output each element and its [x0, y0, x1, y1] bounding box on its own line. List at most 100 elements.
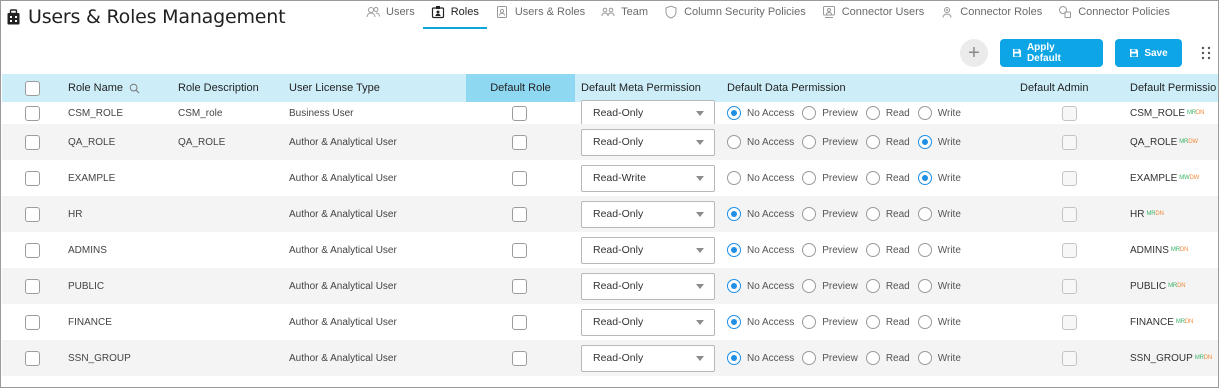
radio-no-access[interactable]: No Access — [727, 135, 794, 149]
row-checkbox[interactable] — [25, 350, 40, 366]
radio-write[interactable]: Write — [917, 171, 961, 185]
radio-write[interactable]: Write — [917, 207, 961, 221]
row-checkbox[interactable] — [25, 170, 40, 186]
save-button[interactable]: Save — [1115, 39, 1182, 67]
radio-dot[interactable] — [802, 243, 817, 257]
tab-users-and-roles[interactable]: Users & Roles — [487, 1, 593, 23]
radio-dot[interactable] — [802, 207, 817, 221]
radio-write[interactable]: Write — [917, 279, 961, 293]
apply-default-button[interactable]: Apply Default — [1000, 39, 1103, 67]
radio-dot[interactable] — [802, 279, 817, 293]
default-admin-checkbox[interactable] — [1062, 105, 1077, 121]
radio-dot[interactable] — [727, 135, 741, 149]
radio-write[interactable]: Write — [917, 135, 961, 149]
radio-no-access[interactable]: No Access — [727, 106, 794, 120]
select-all-checkbox[interactable] — [25, 80, 40, 96]
radio-dot[interactable] — [865, 135, 880, 149]
radio-preview[interactable]: Preview — [802, 315, 858, 329]
radio-read[interactable]: Read — [865, 135, 910, 149]
radio-no-access[interactable]: No Access — [727, 279, 794, 293]
default-admin-checkbox[interactable] — [1062, 242, 1077, 258]
meta-permission-select[interactable]: Read-Only — [581, 99, 715, 127]
default-role-checkbox[interactable] — [512, 206, 527, 222]
radio-dot[interactable] — [727, 207, 741, 221]
radio-read[interactable]: Read — [865, 243, 910, 257]
radio-preview[interactable]: Preview — [802, 243, 858, 257]
col-role-name[interactable]: Role Name — [68, 74, 140, 102]
row-checkbox[interactable] — [25, 278, 40, 294]
row-checkbox[interactable] — [25, 105, 40, 121]
tab-roles[interactable]: Roles — [422, 1, 487, 29]
radio-dot[interactable] — [727, 171, 741, 185]
row-checkbox[interactable] — [25, 242, 40, 258]
default-role-checkbox[interactable] — [512, 242, 527, 258]
radio-preview[interactable]: Preview — [802, 106, 858, 120]
radio-write[interactable]: Write — [917, 243, 961, 257]
radio-dot[interactable] — [802, 135, 817, 149]
radio-dot[interactable] — [727, 315, 741, 329]
default-admin-checkbox[interactable] — [1062, 350, 1077, 366]
radio-preview[interactable]: Preview — [802, 351, 858, 365]
meta-permission-select[interactable]: Read-Only — [581, 308, 715, 336]
tab-connector-policies[interactable]: Connector Policies — [1050, 1, 1178, 23]
tab-column-security-policies[interactable]: Column Security Policies — [656, 1, 814, 23]
radio-dot[interactable] — [802, 351, 817, 365]
radio-no-access[interactable]: No Access — [727, 171, 794, 185]
radio-dot[interactable] — [917, 315, 932, 329]
meta-permission-select[interactable]: Read-Only — [581, 344, 715, 372]
radio-read[interactable]: Read — [865, 315, 910, 329]
tab-users[interactable]: Users — [358, 1, 423, 23]
radio-write[interactable]: Write — [917, 106, 961, 120]
radio-dot[interactable] — [727, 106, 741, 120]
radio-dot[interactable] — [917, 106, 932, 120]
radio-dot[interactable] — [865, 351, 880, 365]
radio-preview[interactable]: Preview — [802, 207, 858, 221]
radio-preview[interactable]: Preview — [802, 279, 858, 293]
radio-no-access[interactable]: No Access — [727, 207, 794, 221]
radio-read[interactable]: Read — [865, 171, 910, 185]
default-admin-checkbox[interactable] — [1062, 206, 1077, 222]
add-role-button[interactable]: + — [960, 39, 988, 67]
radio-preview[interactable]: Preview — [802, 135, 858, 149]
radio-dot[interactable] — [917, 243, 932, 257]
tab-connector-roles[interactable]: Connector Roles — [932, 1, 1050, 23]
row-checkbox[interactable] — [25, 314, 40, 330]
tab-connector-users[interactable]: Connector Users — [814, 1, 933, 23]
tab-team[interactable]: Team — [593, 1, 656, 23]
radio-write[interactable]: Write — [917, 351, 961, 365]
radio-dot[interactable] — [802, 315, 817, 329]
radio-dot[interactable] — [917, 351, 932, 365]
search-icon[interactable] — [129, 83, 140, 94]
more-options-button[interactable] — [1194, 39, 1218, 67]
radio-dot[interactable] — [917, 279, 932, 293]
radio-dot[interactable] — [865, 171, 880, 185]
radio-dot[interactable] — [865, 315, 880, 329]
default-role-checkbox[interactable] — [512, 350, 527, 366]
row-checkbox[interactable] — [25, 206, 40, 222]
default-role-checkbox[interactable] — [512, 105, 527, 121]
radio-dot[interactable] — [865, 243, 880, 257]
radio-no-access[interactable]: No Access — [727, 243, 794, 257]
radio-dot[interactable] — [802, 106, 817, 120]
default-admin-checkbox[interactable] — [1062, 278, 1077, 294]
default-role-checkbox[interactable] — [512, 314, 527, 330]
radio-read[interactable]: Read — [865, 279, 910, 293]
meta-permission-select[interactable]: Read-Only — [581, 236, 715, 264]
default-admin-checkbox[interactable] — [1062, 314, 1077, 330]
radio-dot[interactable] — [727, 279, 741, 293]
radio-dot[interactable] — [802, 171, 817, 185]
meta-permission-select[interactable]: Read-Write — [581, 164, 715, 192]
default-role-checkbox[interactable] — [512, 134, 527, 150]
meta-permission-select[interactable]: Read-Only — [581, 272, 715, 300]
radio-dot[interactable] — [865, 106, 880, 120]
row-checkbox[interactable] — [25, 134, 40, 150]
radio-dot[interactable] — [727, 351, 741, 365]
radio-dot[interactable] — [865, 207, 880, 221]
radio-write[interactable]: Write — [917, 315, 961, 329]
radio-dot[interactable] — [917, 207, 932, 221]
meta-permission-select[interactable]: Read-Only — [581, 128, 715, 156]
radio-read[interactable]: Read — [865, 207, 910, 221]
radio-dot[interactable] — [865, 279, 880, 293]
meta-permission-select[interactable]: Read-Only — [581, 200, 715, 228]
default-role-checkbox[interactable] — [512, 170, 527, 186]
